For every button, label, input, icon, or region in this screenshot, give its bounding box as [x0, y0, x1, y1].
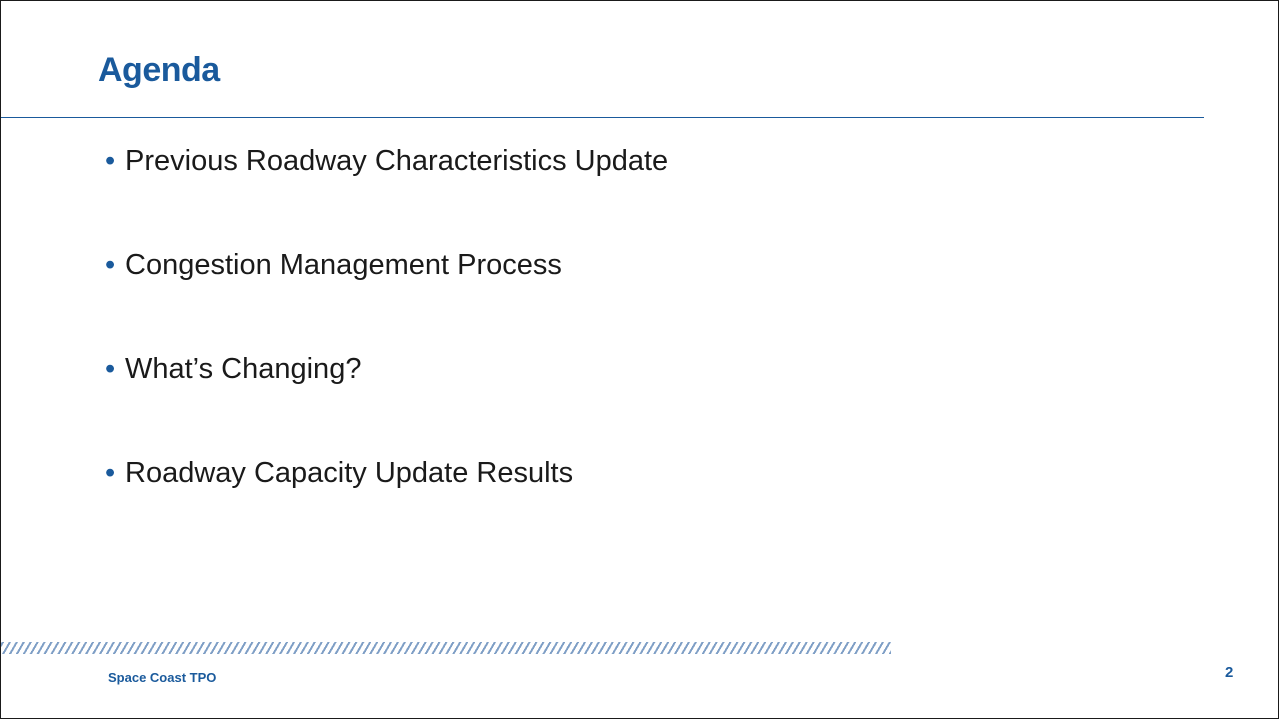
agenda-item: • Roadway Capacity Update Results — [105, 451, 668, 555]
agenda-item-label: Roadway Capacity Update Results — [125, 457, 574, 489]
agenda-item-label: Congestion Management Process — [125, 249, 562, 281]
agenda-item-label: What’s Changing? — [125, 353, 362, 385]
decorative-stripe-band — [1, 642, 891, 654]
footer-organization: Space Coast TPO — [108, 670, 217, 685]
agenda-list: • Previous Roadway Characteristics Update… — [105, 139, 668, 555]
page-number: 2 — [1225, 664, 1234, 681]
title-divider — [1, 117, 1204, 118]
slide-title: Agenda — [98, 51, 220, 89]
agenda-item: • Congestion Management Process — [105, 243, 668, 347]
bullet-icon: • — [105, 145, 116, 177]
agenda-item: • What’s Changing? — [105, 347, 668, 451]
bullet-icon: • — [105, 249, 116, 281]
bullet-icon: • — [105, 457, 116, 489]
agenda-item: • Previous Roadway Characteristics Update — [105, 139, 668, 243]
slide: Agenda • Previous Roadway Characteristics… — [0, 0, 1279, 719]
agenda-item-label: Previous Roadway Characteristics Update — [125, 145, 669, 177]
bullet-icon: • — [105, 353, 116, 385]
